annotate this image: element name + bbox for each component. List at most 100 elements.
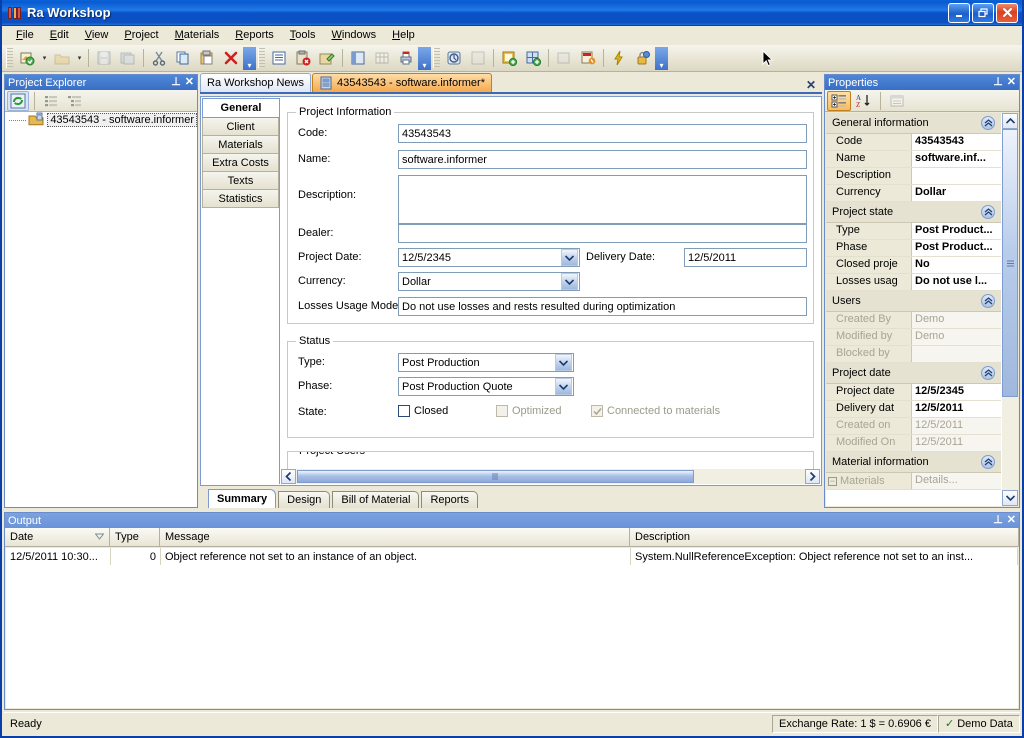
dealer-input[interactable]: [398, 224, 807, 243]
property-value[interactable]: Do not use l...: [912, 274, 1001, 290]
property-row[interactable]: Name software.inf...: [826, 151, 1001, 168]
scroll-up-icon[interactable]: [1002, 113, 1018, 129]
property-category-project-state[interactable]: Project state: [826, 202, 1001, 223]
project-explorer-tree[interactable]: 43543543 - software.informer: [5, 112, 197, 507]
tree-view-icon[interactable]: [64, 91, 86, 111]
save-icon[interactable]: [92, 47, 116, 70]
property-row[interactable]: Currency Dollar: [826, 185, 1001, 202]
menu-file[interactable]: File: [8, 27, 42, 43]
property-row[interactable]: Closed proje No: [826, 257, 1001, 274]
clipboard-remove-icon[interactable]: [291, 47, 315, 70]
currency-combo[interactable]: Dollar: [398, 272, 580, 291]
chevron-down-icon[interactable]: [561, 273, 578, 290]
project-date-combo[interactable]: 12/5/2345: [398, 248, 580, 267]
close-icon[interactable]: ✕: [1007, 77, 1016, 88]
property-value[interactable]: 12/5/2345: [912, 384, 1001, 400]
menu-materials[interactable]: Materials: [167, 27, 228, 43]
maximize-restore-button[interactable]: [972, 3, 994, 23]
refresh-icon[interactable]: [7, 91, 29, 111]
menu-project[interactable]: Project: [116, 27, 166, 43]
property-value[interactable]: 43543543: [912, 134, 1001, 150]
new-project-icon[interactable]: [15, 47, 39, 70]
chevron-down-icon[interactable]: [561, 249, 578, 266]
lock-icon[interactable]: [631, 47, 655, 70]
chevron-down-icon[interactable]: [555, 354, 572, 371]
tree-item-project[interactable]: 43543543 - software.informer: [5, 112, 197, 128]
property-row[interactable]: Description: [826, 168, 1001, 185]
toolbar-grip[interactable]: [6, 48, 13, 68]
print-preview-icon[interactable]: [346, 47, 370, 70]
property-row[interactable]: Losses usag Do not use l...: [826, 274, 1001, 291]
pin-icon[interactable]: ⊥: [171, 77, 181, 88]
tab-summary[interactable]: Summary: [208, 489, 276, 508]
refresh-materials-icon[interactable]: [552, 47, 576, 70]
type-combo[interactable]: Post Production: [398, 353, 574, 372]
scroll-thumb[interactable]: [297, 470, 694, 483]
add-item-icon[interactable]: [497, 47, 521, 70]
property-value[interactable]: Dollar: [912, 185, 1001, 201]
losses-usage-mode-input[interactable]: Do not use losses and rests resulted dur…: [398, 297, 807, 316]
tab-project-document[interactable]: 43543543 - software.informer*: [312, 73, 492, 92]
collapse-icon[interactable]: [981, 205, 995, 219]
history-icon[interactable]: [442, 47, 466, 70]
open-project-dropdown-icon[interactable]: ▾: [74, 47, 85, 70]
property-value[interactable]: software.inf...: [912, 151, 1001, 167]
collapse-icon[interactable]: [981, 366, 995, 380]
form-horizontal-scrollbar[interactable]: [281, 469, 820, 484]
optimize-icon[interactable]: [576, 47, 600, 70]
toolbar-overflow-icon[interactable]: ▾: [418, 47, 431, 70]
section-tab-client[interactable]: Client: [202, 118, 279, 136]
toolbar-overflow-icon[interactable]: ▾: [243, 47, 256, 70]
chevron-down-icon[interactable]: [555, 378, 572, 395]
tab-reports[interactable]: Reports: [421, 491, 478, 508]
close-icon[interactable]: ✕: [185, 77, 194, 88]
close-icon[interactable]: ✕: [1007, 515, 1016, 526]
pin-icon[interactable]: ⊥: [993, 515, 1003, 526]
tab-ra-workshop-news[interactable]: Ra Workshop News: [200, 73, 311, 92]
tab-bill-of-material[interactable]: Bill of Material: [332, 491, 419, 508]
section-tab-statistics[interactable]: Statistics: [202, 190, 279, 208]
properties-grid[interactable]: General information Code 43543543 Name s…: [826, 113, 1002, 506]
column-header-date[interactable]: Date: [5, 528, 110, 546]
scroll-down-icon[interactable]: [1002, 490, 1018, 506]
section-tab-materials[interactable]: Materials: [202, 136, 279, 154]
property-value[interactable]: Post Product...: [912, 240, 1001, 256]
description-input[interactable]: [398, 175, 807, 224]
code-input[interactable]: 43543543: [398, 124, 807, 143]
delete-icon[interactable]: [219, 47, 243, 70]
property-value[interactable]: 12/5/2011: [912, 401, 1001, 417]
section-tab-general[interactable]: General: [202, 98, 279, 118]
minimize-button[interactable]: [948, 3, 970, 23]
new-project-dropdown-icon[interactable]: ▾: [39, 47, 50, 70]
add-window-icon[interactable]: [521, 47, 545, 70]
export-icon[interactable]: [466, 47, 490, 70]
collapse-icon[interactable]: [981, 455, 995, 469]
toolbar-grip[interactable]: [258, 48, 265, 68]
phase-combo[interactable]: Post Production Quote: [398, 377, 574, 396]
property-category-general-information[interactable]: General information: [826, 113, 1001, 134]
property-row[interactable]: Type Post Product...: [826, 223, 1001, 240]
column-header-description[interactable]: Description: [630, 528, 1019, 546]
menu-edit[interactable]: Edit: [42, 27, 77, 43]
categorized-icon[interactable]: [827, 91, 851, 111]
property-value[interactable]: [912, 168, 1001, 184]
section-tab-texts[interactable]: Texts: [202, 172, 279, 190]
column-header-type[interactable]: Type: [110, 528, 160, 546]
table-row[interactable]: 12/5/2011 10:30... 0 Object reference no…: [6, 548, 1018, 565]
property-value[interactable]: No: [912, 257, 1001, 273]
collapse-icon[interactable]: [981, 294, 995, 308]
collapse-icon[interactable]: [981, 116, 995, 130]
close-button[interactable]: [996, 3, 1018, 23]
menu-reports[interactable]: Reports: [227, 27, 282, 43]
name-input[interactable]: software.informer: [398, 150, 807, 169]
property-row[interactable]: − Materials Details...: [826, 473, 1001, 490]
paste-icon[interactable]: [195, 47, 219, 70]
property-category-material-information[interactable]: Material information: [826, 452, 1001, 473]
property-pages-icon[interactable]: [885, 91, 909, 111]
property-row[interactable]: Code 43543543: [826, 134, 1001, 151]
expand-minus-icon[interactable]: −: [828, 477, 837, 486]
column-header-message[interactable]: Message: [160, 528, 630, 546]
cut-icon[interactable]: [147, 47, 171, 70]
menu-view[interactable]: View: [77, 27, 117, 43]
edit-properties-icon[interactable]: [315, 47, 339, 70]
